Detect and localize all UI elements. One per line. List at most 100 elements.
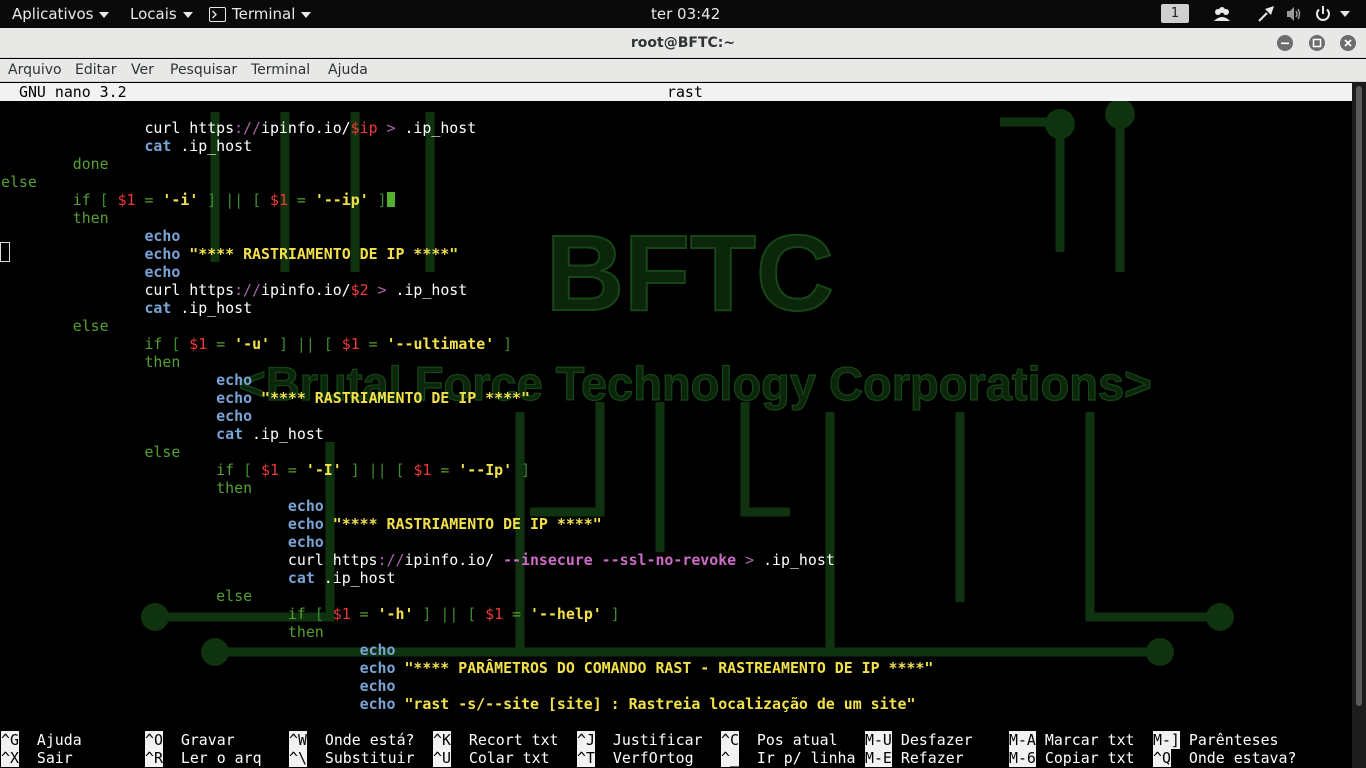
shortcut-item[interactable]: M-] Parênteses (1153, 731, 1279, 749)
shortcut-item[interactable]: ^J Justificar (577, 731, 703, 749)
code-token: '-h' (377, 605, 414, 623)
shortcut-key: M-E (865, 749, 892, 767)
code-token: .ip_host (171, 137, 253, 155)
scrollbar[interactable] (1352, 82, 1366, 768)
code-token: .ip_host (171, 299, 253, 317)
shortcut-item[interactable]: ^U Colar txt (433, 749, 550, 767)
code-token: > (736, 551, 764, 569)
code-line: echo "rast -s/--site [site] : Rastreia l… (1, 695, 916, 713)
scrollbar-thumb[interactable] (1356, 86, 1362, 706)
menu-arquivo[interactable]: Arquivo (8, 62, 62, 78)
menu-pesquisar[interactable]: Pesquisar (170, 62, 237, 78)
shortcut-label: Ajuda (18, 731, 82, 749)
app-label: Terminal (232, 5, 296, 23)
menu-terminal[interactable]: Terminal (251, 62, 310, 78)
volume-icon[interactable] (1285, 5, 1303, 23)
code-token: cat (216, 425, 244, 443)
shortcut-item[interactable]: M-6 Copiar txt (1009, 749, 1135, 767)
shortcut-item[interactable]: ^W Onde está? (289, 731, 415, 749)
code-line: echo (1, 533, 324, 551)
code-line: echo (1, 497, 324, 515)
code-line: done (1, 155, 109, 173)
line-marker (0, 242, 10, 262)
code-token: "**** RASTRIAMENTO DE IP ****" (252, 389, 530, 407)
shortcut-key: ^C (721, 731, 739, 749)
shortcut-key: M-A (1009, 731, 1036, 749)
code-line: cat .ip_host (1, 425, 324, 443)
code-line: cat .ip_host (1, 137, 252, 155)
shortcut-item[interactable]: ^C Pos atual (721, 731, 838, 749)
code-token: > (377, 119, 405, 137)
chevron-down-icon (301, 11, 312, 18)
code-token: then (216, 479, 253, 497)
code-line: if [ $1 = '-u' ] || [ $1 = '--ultimate' … (1, 335, 512, 353)
code-token: echo (144, 245, 181, 263)
code-line: echo (1, 641, 396, 659)
clock[interactable]: ter 03:42 (651, 0, 720, 28)
menu-bar: Arquivo Editar Ver Pesquisar Terminal Aj… (0, 59, 1366, 82)
code-line: else (1, 173, 37, 191)
shortcut-label: Pos atual (738, 731, 838, 749)
code-token: '--help' (530, 605, 602, 623)
minimize-button[interactable] (1277, 35, 1293, 51)
code-token: echo (287, 533, 324, 551)
people-icon[interactable] (1213, 5, 1231, 23)
shortcut-key: ^W (289, 731, 307, 749)
code-line: echo "**** PARÂMETROS DO COMANDO RAST - … (1, 659, 934, 677)
code-token: else (72, 317, 109, 335)
shortcut-item[interactable]: ^\ Substituir (289, 749, 415, 767)
app-menu[interactable]: Terminal (209, 0, 312, 28)
places-menu[interactable]: Locais (130, 0, 193, 28)
code-token: cat (144, 137, 172, 155)
menu-editar[interactable]: Editar (75, 62, 116, 78)
code-token: then (144, 353, 181, 371)
code-token: $1 (189, 335, 208, 353)
shortcut-item[interactable]: M-E Refazer (865, 749, 964, 767)
shortcut-item[interactable]: ^Q Onde estava? (1153, 749, 1296, 767)
terminal-icon (209, 7, 226, 22)
workspace-indicator[interactable]: 1 (1161, 4, 1189, 23)
code-token: echo (144, 263, 181, 281)
code-token: ] (512, 461, 531, 479)
code-token: = (207, 335, 235, 353)
menu-ajuda[interactable]: Ajuda (328, 62, 368, 78)
window-titlebar[interactable]: root@BFTC:~ (0, 28, 1366, 58)
code-line: echo (1, 371, 252, 389)
power-icon[interactable] (1314, 5, 1332, 23)
code-line: if [ $1 = '-i' ] || [ $1 = '--ip' ] (1, 191, 395, 209)
shortcut-item[interactable]: ^G Ajuda (1, 731, 82, 749)
shortcut-item[interactable]: M-U Desfazer (865, 731, 973, 749)
applications-label: Aplicativos (12, 5, 94, 23)
shortcut-item[interactable]: ^X Sair (1, 749, 73, 767)
shortcut-item[interactable]: ^R Ler o arq (145, 749, 262, 767)
shortcut-key: ^O (145, 731, 163, 749)
code-line: echo (1, 677, 396, 695)
code-token: ] (601, 605, 620, 623)
applications-menu[interactable]: Aplicativos (12, 0, 110, 28)
network-icon[interactable] (1257, 5, 1275, 23)
menu-ver[interactable]: Ver (131, 62, 154, 78)
code-line: echo "**** RASTRIAMENTO DE IP ****" (1, 389, 530, 407)
terminal-area[interactable]: BFTC <Brutal Force Technology Corporatio… (0, 82, 1366, 768)
shortcut-item[interactable]: M-A Marcar txt (1009, 731, 1135, 749)
shortcut-key: ^\ (289, 749, 307, 767)
maximize-button[interactable] (1309, 35, 1325, 51)
shortcut-item[interactable]: ^T VerfOrtog (577, 749, 694, 767)
shortcut-item[interactable]: ^K Recort txt (433, 731, 559, 749)
system-menu-chevron-icon[interactable] (1340, 11, 1350, 17)
code-line: else (1, 443, 180, 461)
code-token: ] || [ (413, 605, 486, 623)
close-button[interactable] (1340, 35, 1356, 51)
shortcut-key: ^X (1, 749, 19, 767)
shortcut-item[interactable]: ^O Gravar (145, 731, 235, 749)
shortcut-item[interactable]: ^_ Ir p/ linha (721, 749, 855, 767)
